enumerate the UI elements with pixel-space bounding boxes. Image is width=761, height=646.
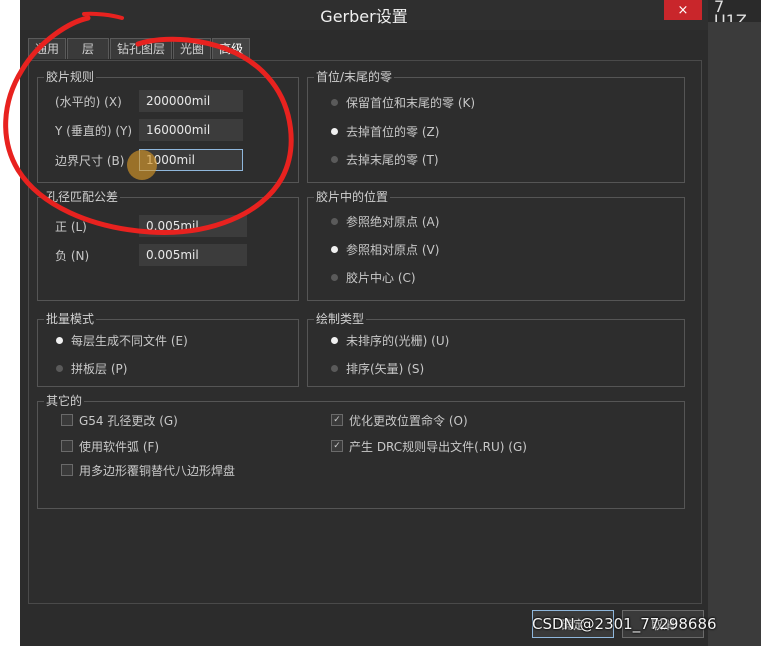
watermark: CSDN @2301_77298686 bbox=[532, 615, 717, 633]
red-annotation-overlay bbox=[3, 11, 294, 235]
annotation-circle bbox=[3, 15, 294, 235]
